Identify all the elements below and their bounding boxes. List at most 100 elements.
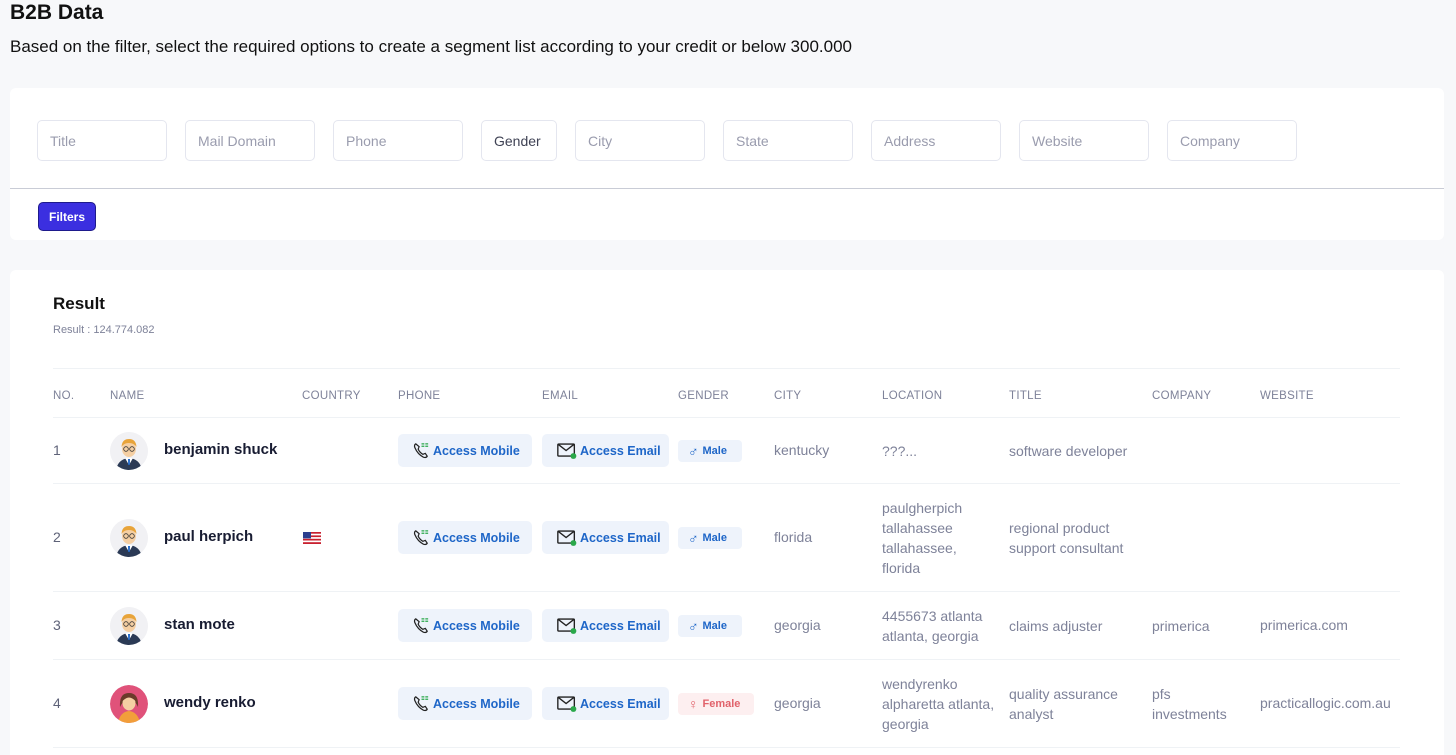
row-number: 2 [53,529,61,545]
row-number: 4 [53,695,61,711]
job-title-text: regional product support consultant [1009,518,1149,558]
filters-button[interactable]: Filters [38,202,96,231]
person-name[interactable]: stan mote [164,616,235,633]
access-email-button[interactable]: Access Email [542,434,669,467]
male-avatar-icon [110,607,148,645]
company-text-line: pfs [1152,686,1171,702]
filter-divider [10,188,1444,189]
person-name[interactable]: paul herpich [164,528,253,545]
city-text: georgia [774,695,821,711]
filter-card: Gender Filters [10,88,1444,240]
company-text: primerica [1152,616,1256,636]
mail-domain-filter-input[interactable] [185,120,315,161]
person-name-text: benjamin shuck [164,441,278,458]
location-text: paulgherpich tallahassee tallahassee, flori… [882,498,1007,578]
job-title-text: quality assurance analyst [1009,684,1149,724]
column-header-country: COUNTRY [302,390,361,402]
column-header-phone: PHONE [398,390,441,402]
table-row: 1 benjamin shuck Access Mobile Access Em… [53,418,1400,484]
location-text-line: tallahassee [882,520,953,536]
male-avatar-icon [110,519,148,557]
access-email-button[interactable]: Access Email [542,521,669,554]
column-header-name: NAME [110,390,145,402]
location-text: ???... [882,441,1007,461]
city-filter-input[interactable] [575,120,705,161]
result-card: Result Result : 124.774.082 NO. NAME COU… [10,270,1444,755]
column-header-email: EMAIL [542,390,579,402]
person-name[interactable]: benjamin shuck [164,441,277,458]
state-filter-input[interactable] [723,120,853,161]
access-email-label: Access Email [580,443,661,458]
city-text: florida [774,529,813,545]
access-mobile-button[interactable]: Access Mobile [398,521,532,554]
company-text-line: primerica [1152,618,1210,634]
person-name-text: wendy renko [164,694,256,711]
access-mobile-button[interactable]: Access Mobile [398,609,532,642]
company-text: pfs investments [1152,684,1256,724]
male-symbol-icon: ♂ [688,443,699,459]
website-link[interactable]: primerica.com [1260,617,1348,633]
column-header-website: WEBSITE [1260,390,1314,402]
address-filter-input[interactable] [871,120,1001,161]
phone-icon [412,694,433,713]
location-text-line: wendyrenko [882,676,958,692]
table-row: 4 wendy renko Access Mobile Access Email… [53,660,1400,748]
access-email-button[interactable]: Access Email [542,609,669,642]
person-name-text: stan mote [164,616,235,633]
table-row: 3 stan mote Access Mobile Access Email ♂ M… [53,592,1400,660]
city-text: georgia [774,617,821,633]
access-email-button[interactable]: Access Email [542,687,669,720]
gender-badge-male: ♂ Male [678,615,742,637]
column-header-city: CITY [774,390,802,402]
job-title-text-line: quality assurance [1009,686,1118,702]
female-symbol-icon: ♀ [688,696,699,712]
location-text-line: alpharetta atlanta, [882,696,995,712]
access-mobile-button[interactable]: Access Mobile [398,687,532,720]
location-text-line: florida [882,560,921,576]
company-filter-input[interactable] [1167,120,1297,161]
job-title-text-line: support consultant [1009,540,1124,556]
result-count: Result : 124.774.082 [53,324,155,336]
email-icon [556,528,580,547]
website-link[interactable]: practicallogic.com.au [1260,695,1391,711]
job-title-text-line: analyst [1009,706,1054,722]
job-title-text-line: claims adjuster [1009,618,1103,634]
access-email-label: Access Email [580,530,661,545]
location-text-line: georgia [882,716,929,732]
access-email-label: Access Email [580,696,661,711]
gender-label: Female [702,698,741,710]
phone-icon [412,528,433,547]
email-icon [556,694,580,713]
access-mobile-label: Access Mobile [433,443,520,458]
table-row: 2 paul herpich Access Mobile Access Emai… [53,484,1400,592]
row-number: 1 [53,442,61,458]
gender-label: Male [702,532,727,544]
row-number: 3 [53,617,61,633]
table-divider [53,368,1400,369]
column-header-company: COMPANY [1152,390,1212,402]
person-name[interactable]: wendy renko [164,694,256,711]
location-text-line: 4455673 atlanta [882,608,983,624]
phone-icon [412,616,433,635]
email-icon [556,616,580,635]
location-text: wendyrenko alpharetta atlanta, georgia [882,674,1007,734]
title-filter-input[interactable] [37,120,167,161]
location-text: 4455673 atlanta atlanta, georgia [882,606,1007,646]
job-title-text: software developer [1009,441,1149,461]
gender-filter-select[interactable]: Gender [481,120,557,161]
phone-filter-input[interactable] [333,120,463,161]
male-symbol-icon: ♂ [688,530,699,546]
page-subtitle: Based on the filter, select the required… [10,37,852,56]
company-text-line: investments [1152,706,1227,722]
access-mobile-label: Access Mobile [433,618,520,633]
job-title-text-line: regional product [1009,520,1110,536]
location-text-line: ???... [882,443,918,459]
access-mobile-label: Access Mobile [433,530,520,545]
us-flag-icon [303,532,321,544]
male-avatar-icon [110,432,148,470]
website-filter-input[interactable] [1019,120,1149,161]
female-avatar-icon [110,685,148,723]
access-mobile-button[interactable]: Access Mobile [398,434,532,467]
location-text-line: paulgherpich [882,500,963,516]
access-mobile-label: Access Mobile [433,696,520,711]
